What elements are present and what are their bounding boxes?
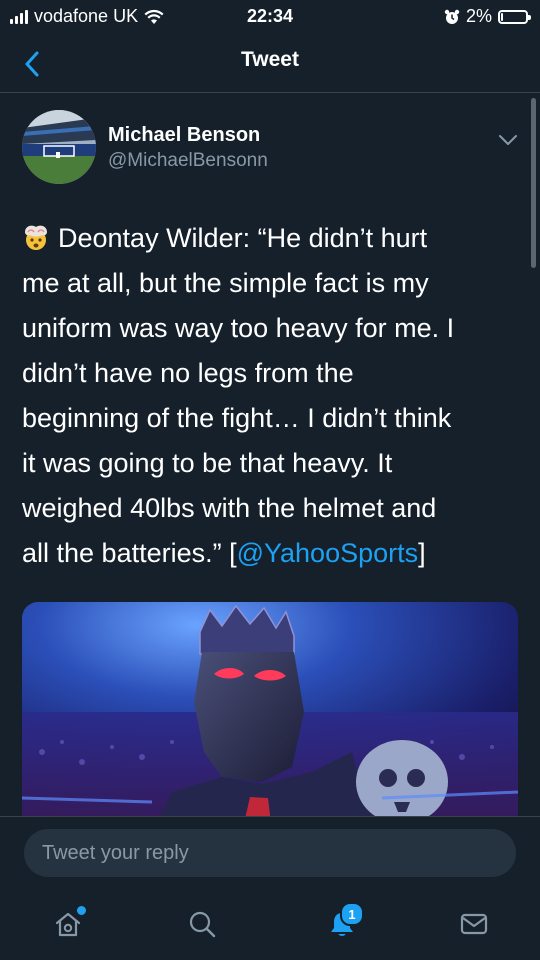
battery-icon — [498, 9, 531, 24]
mention-link[interactable]: @YahooSports — [237, 538, 419, 568]
author-name[interactable]: Michael Benson — [108, 124, 260, 147]
avatar[interactable] — [22, 110, 96, 184]
stadium-avatar-image — [22, 110, 96, 184]
status-bar: vodafone UK 22:34 2% — [0, 0, 540, 36]
tweet-text-line-8-end: ] — [418, 538, 426, 568]
tweet-text-line-4: didn’t have no legs from the — [22, 358, 354, 388]
tab-home[interactable] — [44, 900, 92, 948]
page-title: Tweet — [241, 48, 299, 71]
tab-search[interactable] — [178, 900, 226, 948]
tweet-text: Deontay Wilder: “He didn’t hurt me at al… — [22, 216, 512, 576]
tweet-header: Michael Benson @MichaelBensonn — [22, 110, 522, 190]
tweet-options-button[interactable] — [494, 126, 522, 154]
tweet-text-line-7: weighed 40lbs with the helmet and — [22, 493, 437, 523]
reply-input[interactable] — [24, 829, 516, 877]
author-handle[interactable]: @MichaelBensonn — [108, 150, 268, 172]
tab-bar: 1 — [0, 886, 540, 960]
search-icon — [189, 911, 216, 938]
battery-level-fill — [501, 12, 503, 21]
scroll-indicator[interactable] — [531, 98, 536, 268]
envelope-icon — [460, 913, 488, 935]
status-right: 2% — [444, 6, 531, 27]
tweet-text-line-8: all the batteries.” [@YahooSports] — [22, 531, 512, 576]
tweet-text-line-8-start: all the batteries.” [ — [22, 538, 237, 568]
exploding-head-emoji-icon — [25, 225, 47, 250]
tweet-text-line: Deontay Wilder: “He didn’t hurt — [22, 216, 512, 261]
tweet-text-line-3: uniform was way too heavy for me. I — [22, 313, 455, 343]
chevron-down-icon — [499, 135, 517, 145]
notification-count-badge: 1 — [340, 902, 364, 926]
tweet-screen: vodafone UK 22:34 2% Tweet Michael Benso… — [0, 0, 540, 960]
tab-notifications[interactable]: 1 — [318, 900, 366, 948]
tweet-text-line-1: Deontay Wilder: “He didn’t hurt — [58, 223, 428, 253]
tweet-text-line-5: beginning of the fight… I didn’t think — [22, 403, 452, 433]
reply-bar — [0, 816, 540, 887]
alarm-icon — [444, 9, 460, 24]
new-content-dot — [77, 906, 86, 915]
boxer-mask-photo — [22, 602, 518, 832]
nav-bar: Tweet — [0, 36, 540, 93]
tweet-media-image[interactable] — [22, 602, 518, 832]
tweet-text-line-6: it was going to be that heavy. It — [22, 448, 393, 478]
battery-percent: 2% — [465, 6, 492, 26]
tab-messages[interactable] — [450, 900, 498, 948]
tweet-text-line-2: me at all, but the simple fact is my — [22, 268, 429, 298]
